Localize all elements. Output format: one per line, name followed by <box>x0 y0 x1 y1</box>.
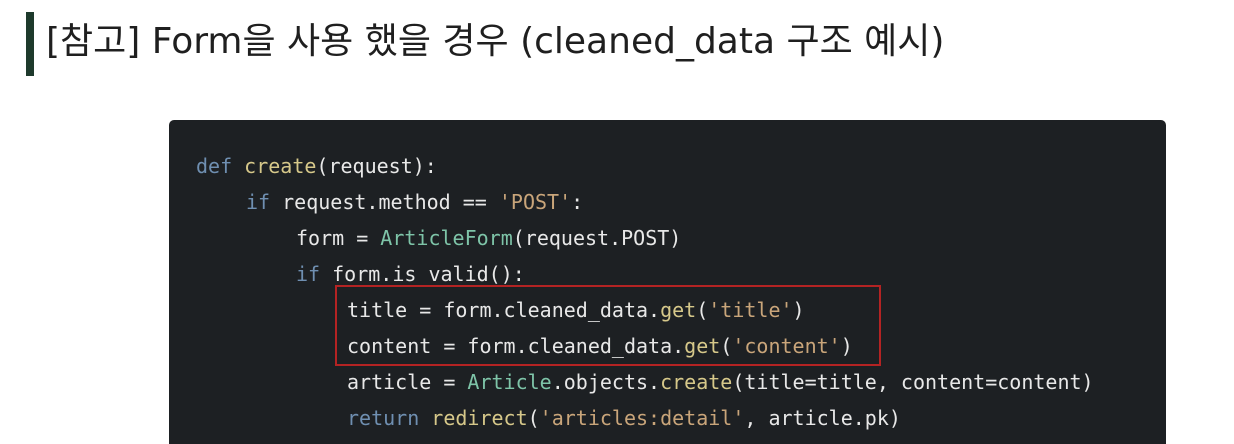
code-text: form.is_valid(): <box>332 262 525 286</box>
code-text: content = form.cleaned_data. <box>347 334 685 358</box>
code-line-6: content = form.cleaned_data.get('content… <box>196 328 1166 364</box>
code-string: 'POST' <box>498 190 572 214</box>
code-text: request.method == <box>282 190 499 214</box>
code-line-4: if form.is_valid(): <box>196 256 1166 292</box>
code-string: 'title' <box>708 298 793 322</box>
slide: [참고] Form을 사용 했을 경우 (cleaned_data 구조 예시)… <box>0 0 1234 444</box>
code-line-2: if request.method == 'POST': <box>196 184 1166 220</box>
code-text: (request.POST) <box>512 226 682 250</box>
code-text: title = form.cleaned_data. <box>347 298 661 322</box>
code-class-name: Article <box>467 370 552 394</box>
page-title: [참고] Form을 사용 했을 경우 (cleaned_data 구조 예시) <box>46 21 945 62</box>
code-function-name: create <box>660 370 733 394</box>
code-text: ( <box>720 334 733 358</box>
code-text: (request): <box>316 154 437 178</box>
code-keyword: if <box>246 190 283 214</box>
code-string: 'content' <box>732 334 841 358</box>
code-function-name: get <box>660 298 697 322</box>
code-keyword: if <box>296 262 333 286</box>
title-accent-bar <box>26 12 34 76</box>
code-text: article = <box>347 370 468 394</box>
code-text: ( <box>696 298 709 322</box>
code-keyword: return <box>347 406 432 430</box>
code-text: ) <box>792 298 805 322</box>
code-text: : <box>571 190 584 214</box>
code-text: .objects. <box>551 370 661 394</box>
code-block: def create(request): if request.method =… <box>169 120 1166 444</box>
code-text: form = <box>296 226 381 250</box>
code-line-8: return redirect('articles:detail', artic… <box>196 400 1166 436</box>
code-line-3: form = ArticleForm(request.POST) <box>196 220 1166 256</box>
code-text: ) <box>840 334 853 358</box>
code-keyword: def <box>196 154 245 178</box>
code-function-name: redirect <box>431 406 528 430</box>
code-function-name: create <box>244 154 317 178</box>
code-function-name: get <box>684 334 721 358</box>
code-line-7: article = Article.objects.create(title=t… <box>196 364 1166 400</box>
code-class-name: ArticleForm <box>380 226 513 250</box>
code-text: , article.pk) <box>744 406 901 430</box>
code-line-5: title = form.cleaned_data.get('title') <box>196 292 1166 328</box>
code-string: 'articles:detail' <box>539 406 745 430</box>
code-text: (title=title, content=content) <box>732 370 1094 394</box>
code-line-1: def create(request): <box>196 148 1166 184</box>
code-text: ( <box>527 406 540 430</box>
